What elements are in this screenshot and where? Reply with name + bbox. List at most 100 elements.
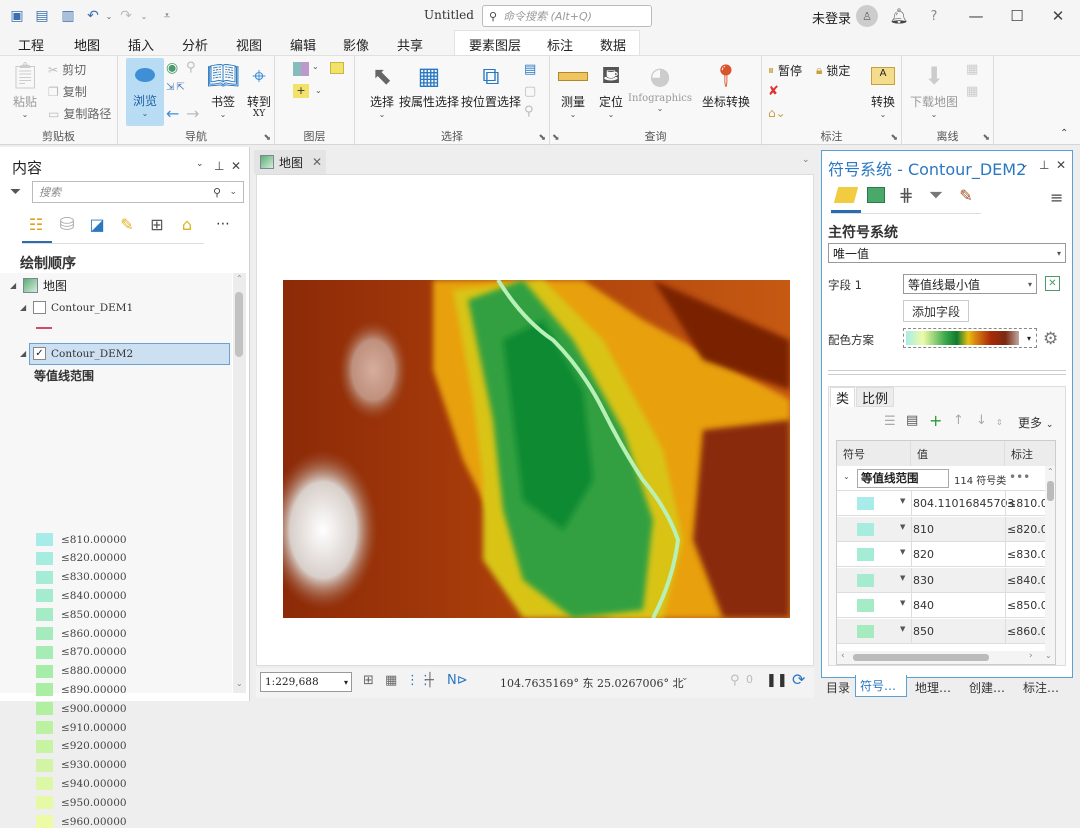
tab-edit[interactable]: 编辑 xyxy=(290,35,316,54)
symbol-layer-drawing-icon[interactable]: ✎ xyxy=(953,182,979,208)
remove-label-icon[interactable]: ✘ xyxy=(768,84,779,99)
save-icon[interactable]: ▥ xyxy=(59,7,77,25)
tab-labeling[interactable]: 标注 xyxy=(547,35,573,54)
symbol-dropdown-icon[interactable]: ▼ xyxy=(900,548,905,556)
add-class-icon[interactable]: + xyxy=(929,411,942,430)
tab-analysis[interactable]: 分析 xyxy=(182,35,208,54)
tree-item-layer[interactable]: ◢ ✓ Contour_DEM2 xyxy=(20,347,133,360)
legend-item[interactable]: ≤810.00000 xyxy=(36,533,127,546)
symbol-dropdown-icon[interactable]: ▼ xyxy=(900,523,905,531)
measure-button[interactable]: 测量 ⌄ xyxy=(556,59,590,120)
selected-features-icon[interactable]: ⚲ xyxy=(730,673,740,688)
sql-expression-icon[interactable]: ✕ xyxy=(1045,276,1060,291)
clear-selection-icon[interactable]: ▢ xyxy=(524,84,536,99)
list-by-snapping-icon[interactable]: ⊞ xyxy=(146,213,168,235)
add-data-dropdown-icon[interactable]: ⌄ xyxy=(315,86,322,95)
dem-raster-map[interactable] xyxy=(283,280,790,618)
pin-icon[interactable]: ⊥ xyxy=(1039,158,1049,172)
color-scheme-select[interactable]: ▾ xyxy=(903,328,1037,348)
download-map-button[interactable]: ⬇ 下载地图 ⌄ xyxy=(910,59,958,120)
pane-options-icon[interactable]: ⌄ xyxy=(196,159,204,169)
goto-xy-button[interactable]: ⌖ 转到 XY xyxy=(242,59,276,119)
new-project-icon[interactable]: ▣ xyxy=(8,7,26,25)
refresh-icon[interactable]: ⟳ xyxy=(792,670,805,689)
column-header-symbol[interactable]: 符号 xyxy=(837,441,911,466)
customize-toolbar-icon[interactable]: ⩡ xyxy=(158,7,176,25)
collapse-group-icon[interactable]: ⌄ xyxy=(843,472,850,481)
more-menu-button[interactable]: 更多 ⌄ xyxy=(1018,414,1053,431)
scroll-right-icon[interactable]: › xyxy=(1029,651,1033,661)
tab-project[interactable]: 工程 xyxy=(18,35,44,54)
class-symbol-swatch[interactable] xyxy=(857,497,874,510)
class-label[interactable]: ≤830.00000 xyxy=(1007,548,1045,561)
legend-item[interactable]: ≤950.00000 xyxy=(36,796,127,810)
tab-classes[interactable]: 类 xyxy=(830,387,856,407)
minimize-button[interactable]: — xyxy=(963,4,989,28)
dialog-launcher-icon[interactable]: ⬊ xyxy=(538,133,546,143)
add-preset-icon[interactable] xyxy=(330,62,344,74)
legend-item[interactable]: ≤860.00000 xyxy=(36,627,127,640)
tab-label-class[interactable]: 标注… xyxy=(1023,676,1059,698)
add-data-icon[interactable]: + xyxy=(293,84,309,98)
list-by-drawing-order-icon[interactable]: ☷ xyxy=(25,213,47,235)
basemap-icon[interactable] xyxy=(293,62,309,76)
legend-item[interactable]: ≤960.00000 xyxy=(36,815,127,828)
grid-hscroll-thumb[interactable] xyxy=(853,654,989,661)
legend-item[interactable]: ≤920.00000 xyxy=(36,739,127,753)
column-header-value[interactable]: 值 xyxy=(911,441,1005,466)
primary-symbology-icon[interactable] xyxy=(833,182,859,208)
symbol-dropdown-icon[interactable]: ▼ xyxy=(900,625,905,633)
attributes-icon[interactable]: ▤ xyxy=(524,62,536,77)
move-up-icon[interactable]: ↑ xyxy=(953,413,964,428)
scale-dropdown-icon[interactable]: ▾ xyxy=(344,678,348,687)
coordinate-conversion-button[interactable]: 📍︎ 坐标转换 xyxy=(702,59,750,110)
pin-icon[interactable]: ⊥ xyxy=(214,159,224,173)
view-tabs-dropdown-icon[interactable]: ⌄ xyxy=(802,155,810,165)
notification-bell-icon[interactable]: 🔔︎ xyxy=(886,4,912,28)
list-by-editing-icon[interactable]: ✎ xyxy=(116,213,138,235)
legend-item[interactable]: ≤850.00000 xyxy=(36,608,127,622)
class-symbol-swatch[interactable] xyxy=(857,599,874,612)
symbol-dropdown-icon[interactable]: ▼ xyxy=(900,574,905,582)
vary-symbology-icon[interactable]: ⋕ xyxy=(893,182,919,208)
tab-share[interactable]: 共享 xyxy=(397,35,423,54)
class-label[interactable]: ≤810.00000 xyxy=(1007,497,1045,510)
close-pane-icon[interactable]: ✕ xyxy=(1056,158,1066,172)
scroll-up-icon[interactable]: ⌃ xyxy=(236,274,243,283)
tree-item-layer[interactable]: ◢ Contour_DEM1 xyxy=(20,301,133,314)
expand-icon[interactable]: ◢ xyxy=(20,303,28,312)
tab-scales[interactable]: 比例 xyxy=(856,387,895,407)
dialog-launcher-icon[interactable]: ⬊ xyxy=(982,133,990,143)
symbol-filter-icon[interactable]: ⏷ xyxy=(923,182,949,208)
tab-symbology[interactable]: 符号… xyxy=(855,675,907,697)
search-options-icon[interactable]: ⌄ xyxy=(229,187,237,197)
add-field-button[interactable]: 添加字段 xyxy=(903,300,969,322)
scroll-up-icon[interactable]: ⌃ xyxy=(1047,467,1054,476)
locate-button[interactable]: ⛾ 定位 ⌄ xyxy=(594,59,628,120)
coordinate-format-dropdown-icon[interactable]: ⌄ xyxy=(681,673,689,683)
close-pane-icon[interactable]: ✕ xyxy=(231,159,241,173)
class-symbol-swatch[interactable] xyxy=(857,624,874,638)
list-by-data-source-icon[interactable]: ⛁ xyxy=(56,213,78,235)
select-button[interactable]: ⬉ 选择 ⌄ xyxy=(365,59,399,120)
redo-dropdown-icon[interactable]: ⌄ xyxy=(135,7,153,25)
next-extent-icon[interactable]: → xyxy=(186,104,199,123)
tab-catalog[interactable]: 目录 xyxy=(826,676,850,698)
basemap-dropdown-icon[interactable]: ⌄ xyxy=(312,62,319,71)
tab-insert[interactable]: 插入 xyxy=(128,35,154,54)
pane-options-icon[interactable]: ⌄ xyxy=(1021,160,1029,170)
class-symbol-swatch[interactable] xyxy=(857,522,874,536)
tab-map-view[interactable]: 地图 ✕ xyxy=(254,150,326,174)
cut-button[interactable]: ✂ 剪切 xyxy=(48,61,86,78)
legend-item[interactable]: ≤890.00000 xyxy=(36,683,127,697)
dialog-launcher-icon[interactable]: ⬊ xyxy=(890,133,898,143)
close-tab-icon[interactable]: ✕ xyxy=(312,155,322,169)
class-row[interactable]: ▼ 840 ≤850.00000 xyxy=(837,593,1045,618)
legend-item[interactable]: ≤940.00000 xyxy=(36,777,127,791)
list-by-selection-icon[interactable]: ◪ xyxy=(86,213,108,235)
reorder-icon[interactable]: ⇕ xyxy=(996,418,1003,427)
class-row[interactable]: ▼ 850 ≤860.00000 xyxy=(837,618,1045,644)
pane-splitter[interactable] xyxy=(828,370,1066,375)
tab-data[interactable]: 数据 xyxy=(600,35,626,54)
class-label[interactable]: ≤840.00000 xyxy=(1007,574,1045,587)
